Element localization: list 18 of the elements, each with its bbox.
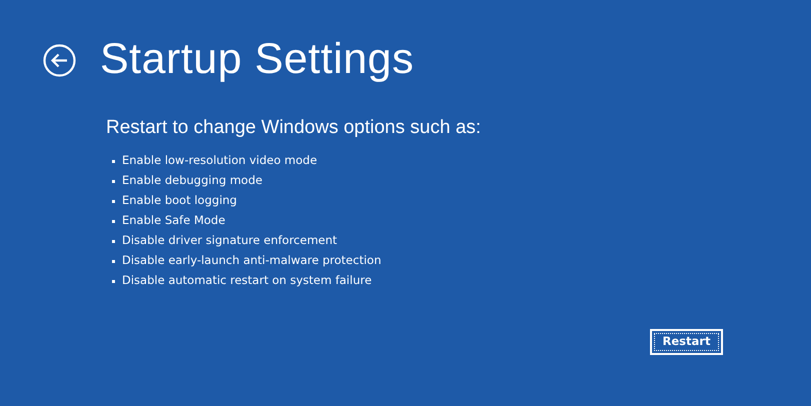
restart-button[interactable]: Restart [650, 329, 723, 355]
option-text: Disable driver signature enforcement [122, 232, 338, 250]
option-text: Enable Safe Mode [122, 212, 226, 230]
bullet-icon [112, 220, 115, 222]
option-text: Enable low-resolution video mode [122, 152, 318, 170]
bullet-icon [112, 200, 115, 202]
bullet-icon [112, 280, 115, 282]
bullet-icon [112, 160, 115, 162]
option-text: Disable early-launch anti-malware protection [122, 252, 382, 270]
option-text: Enable boot logging [122, 192, 237, 210]
bullet-icon [112, 180, 115, 182]
page-title: Startup Settings [100, 38, 414, 81]
option-text: Enable debugging mode [122, 172, 262, 190]
bullet-icon [112, 260, 115, 262]
bullet-icon [112, 240, 115, 242]
subtitle: Restart to change Windows options such as: [106, 118, 482, 137]
option-text: Disable automatic restart on system failure [122, 272, 372, 290]
back-icon[interactable] [43, 44, 76, 77]
